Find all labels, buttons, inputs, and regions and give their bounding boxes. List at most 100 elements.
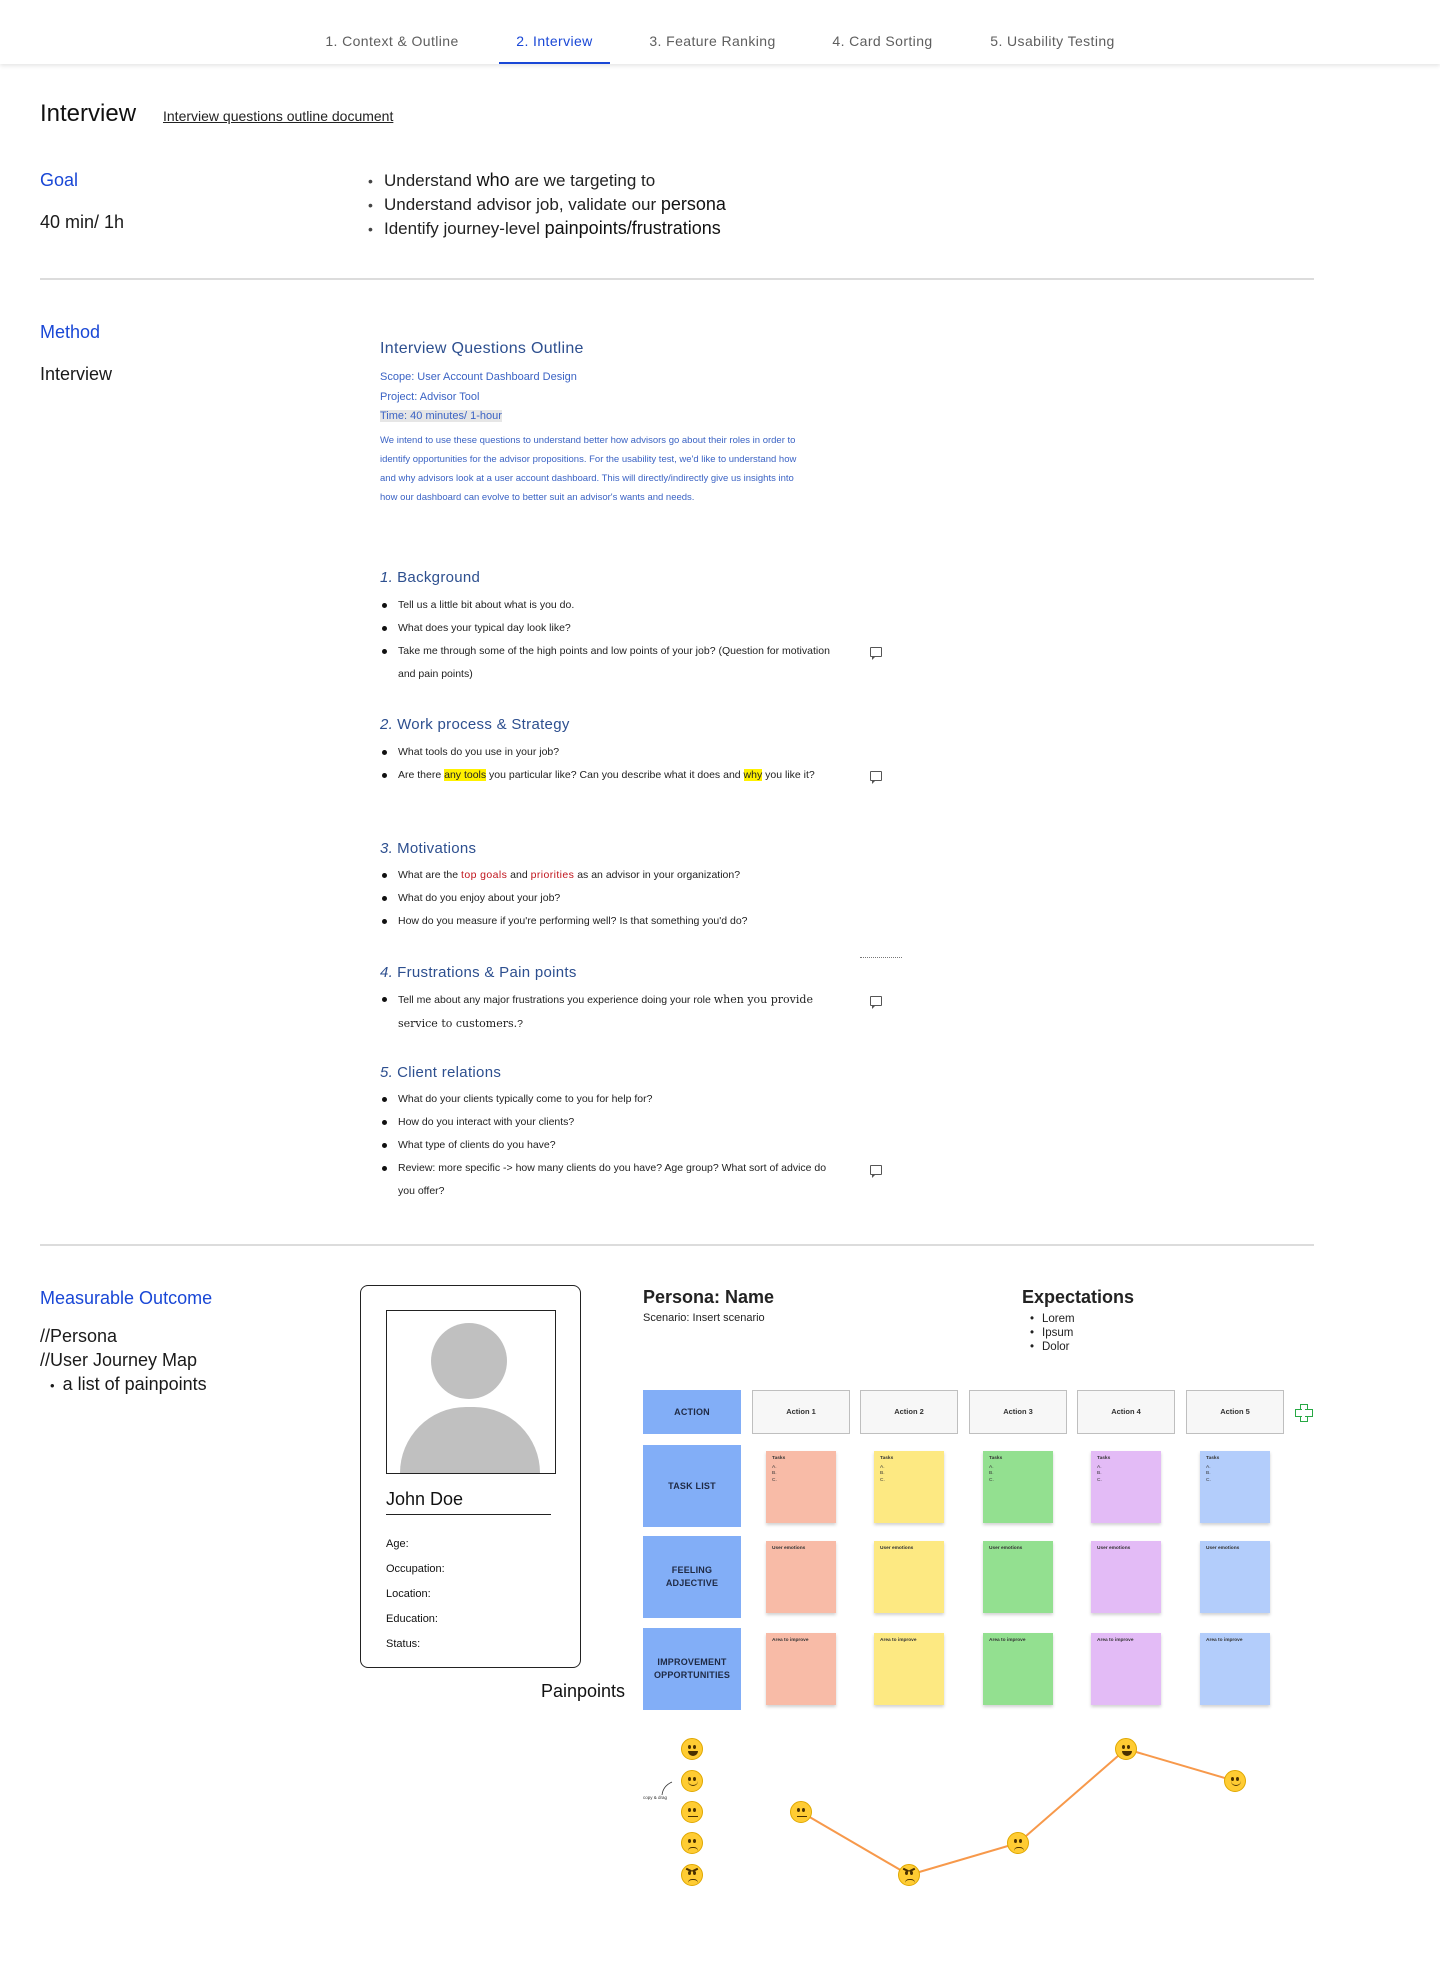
painpoints-title: Painpoints (541, 1681, 626, 1701)
sad-face-icon[interactable] (681, 1832, 703, 1854)
question-list: What are the top goals and priorities as… (380, 864, 840, 933)
journey-scenario: Scenario: Insert scenario (643, 1312, 765, 1324)
sticky-note[interactable]: User emotions (983, 1541, 1053, 1613)
question-list: Tell us a little bit about what is you d… (380, 594, 840, 686)
row-head-task-list: TASK LIST (643, 1445, 741, 1527)
very-happy-face-icon[interactable] (1115, 1738, 1137, 1760)
sticky-note[interactable]: Tasks A. B. C. (1200, 1451, 1270, 1523)
happy-face-icon[interactable] (681, 1770, 703, 1792)
sticky-note[interactable]: Tasks A. B. C. (1091, 1451, 1161, 1523)
persona-field: Status: (386, 1638, 421, 1650)
persona-name: John Doe (386, 1489, 464, 1509)
method-value: Interview (40, 364, 113, 384)
happy-face-icon[interactable] (1224, 1770, 1246, 1792)
persona-field: Age: (386, 1538, 409, 1550)
outcome-line: //Persona (40, 1326, 118, 1346)
outcome-line: //User Journey Map (40, 1350, 198, 1370)
avatar-body (400, 1407, 540, 1473)
persona-card: John Doe Age: Occupation: Location: Educ… (360, 1285, 581, 1668)
angry-face-icon[interactable] (898, 1864, 920, 1886)
outcome-label: Measurable Outcome (40, 1288, 213, 1308)
goal-duration: 40 min/ 1h (40, 212, 125, 232)
action-cell[interactable]: Action 4 (1077, 1390, 1175, 1434)
comment-icon[interactable] (870, 771, 882, 784)
top-nav: 1. Context & Outline 2. Interview 3. Fea… (0, 0, 1440, 64)
sticky-note[interactable]: User emotions (1091, 1541, 1161, 1613)
doc-link[interactable]: Interview questions outline document (163, 108, 393, 124)
divider (40, 1244, 1314, 1246)
row-head-feeling: FEELING ADJECTIVE (643, 1536, 741, 1618)
comment-icon[interactable] (870, 647, 882, 660)
question: Tell me about any major frustrations you… (380, 988, 840, 1036)
sticky-note[interactable]: Area to improve (1091, 1633, 1161, 1705)
very-happy-face-icon[interactable] (681, 1738, 703, 1760)
sticky-note[interactable]: Tasks A. B. C. (983, 1451, 1053, 1523)
expectation-item: Dolor (1030, 1340, 1075, 1354)
outcome-bullet: • a list of painpoints (50, 1374, 207, 1394)
divider (860, 957, 902, 958)
avatar (386, 1310, 556, 1474)
section-heading: 1. Background (380, 569, 481, 586)
tab-usability-testing[interactable]: 5. Usability Testing (985, 0, 1120, 64)
divider (386, 1514, 551, 1515)
tab-context-outline[interactable]: 1. Context & Outline (322, 0, 462, 64)
sticky-note[interactable]: User emotions (766, 1541, 836, 1613)
copy-arrow (661, 1781, 673, 1796)
add-action-icon[interactable] (1295, 1404, 1313, 1422)
action-cell[interactable]: Action 5 (1186, 1390, 1284, 1434)
doc-scope: Scope: User Account Dashboard Design (380, 371, 577, 383)
question: What do you enjoy about your job? (380, 887, 840, 910)
doc-time: Time: 40 minutes/ 1-hour (380, 410, 502, 422)
comment-icon[interactable] (870, 1165, 882, 1178)
tab-card-sorting[interactable]: 4. Card Sorting (830, 0, 935, 64)
question: What does your typical day look like? (380, 617, 840, 640)
question-list: Tell me about any major frustrations you… (380, 988, 840, 1036)
sticky-note[interactable]: Area to improve (766, 1633, 836, 1705)
doc-project: Project: Advisor Tool (380, 391, 480, 403)
question: Review: more specific -> how many client… (380, 1157, 840, 1203)
action-cell[interactable]: Action 2 (860, 1390, 958, 1434)
row-head-action: ACTION (643, 1390, 741, 1434)
goal-label: Goal (40, 170, 79, 190)
journey-persona-title: Persona: Name (643, 1287, 775, 1307)
sticky-note[interactable]: Tasks A. B. C. (766, 1451, 836, 1523)
neutral-face-icon[interactable] (790, 1801, 812, 1823)
section-heading: 5. Client relations (380, 1064, 502, 1081)
action-cell[interactable]: Action 3 (969, 1390, 1067, 1434)
tab-interview[interactable]: 2. Interview (499, 0, 610, 64)
angry-face-icon[interactable] (681, 1864, 703, 1886)
sticky-note[interactable]: Area to improve (1200, 1633, 1270, 1705)
section-heading: 2. Work process & Strategy (380, 716, 570, 733)
persona-field: Location: (386, 1588, 431, 1600)
method-label: Method (40, 322, 101, 342)
expectations-title: Expectations (1022, 1287, 1135, 1307)
sticky-note[interactable]: User emotions (1200, 1541, 1270, 1613)
question: How do you measure if you're performing … (380, 910, 840, 933)
sticky-note[interactable]: Area to improve (983, 1633, 1053, 1705)
divider (40, 278, 1314, 280)
sticky-note[interactable]: Area to improve (874, 1633, 944, 1705)
question: Are there any tools you particular like?… (380, 764, 840, 787)
sticky-note[interactable]: Tasks A. B. C. (874, 1451, 944, 1523)
action-cell[interactable]: Action 1 (752, 1390, 850, 1434)
sad-face-icon[interactable] (1007, 1832, 1029, 1854)
copy-drag-note: copy & drag (643, 1795, 668, 1800)
sticky-note[interactable]: User emotions (874, 1541, 944, 1613)
section-heading: 4. Frustrations & Pain points (380, 964, 577, 981)
goal-item: Understand who are we targeting to (368, 168, 726, 192)
expectation-item: Lorem (1030, 1312, 1075, 1326)
page-title: Interview (40, 100, 137, 127)
question: What do your clients typically come to y… (380, 1088, 840, 1111)
feeling-curve-line (800, 1747, 1236, 1877)
question-list: What do your clients typically come to y… (380, 1088, 840, 1203)
expectation-item: Ipsum (1030, 1326, 1075, 1340)
neutral-face-icon[interactable] (681, 1801, 703, 1823)
question: Take me through some of the high points … (380, 640, 840, 686)
section-heading: 3. Motivations (380, 840, 477, 857)
tab-feature-ranking[interactable]: 3. Feature Ranking (646, 0, 779, 64)
comment-icon[interactable] (870, 996, 882, 1009)
goal-list: Understand who are we targeting to Under… (368, 168, 726, 240)
doc-title: Interview Questions Outline (380, 340, 584, 357)
goal-item: Identify journey-level painpoints/frustr… (368, 216, 726, 240)
row-head-improvement: IMPROVEMENT OPPORTUNITIES (643, 1628, 741, 1710)
